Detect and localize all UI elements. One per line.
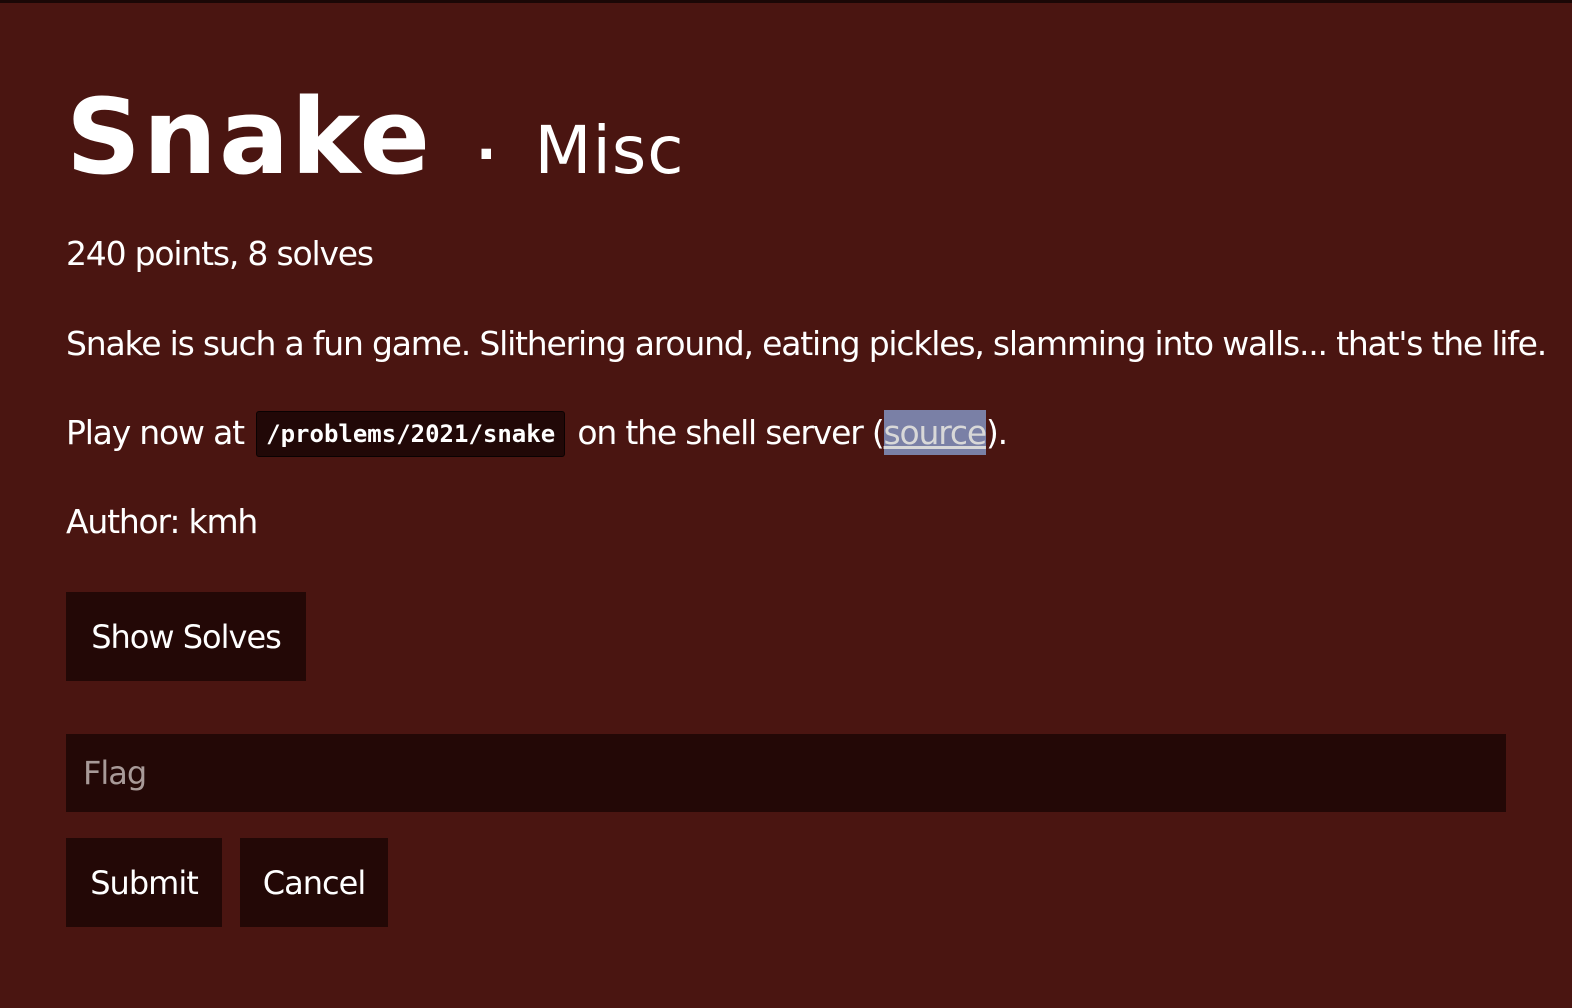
challenge-author: Author: kmh — [66, 502, 258, 541]
description-line-2: Play now at /problems/2021/snake on the … — [66, 410, 1008, 457]
challenge-header: Snake · Misc — [66, 82, 685, 192]
cancel-button[interactable]: Cancel — [240, 838, 388, 927]
challenge-stats: 240 points, 8 solves — [66, 234, 374, 273]
title-separator: · — [476, 123, 497, 186]
description-middle: on the shell server ( — [568, 413, 884, 452]
description-line-1: Snake is such a fun game. Slithering aro… — [66, 324, 1547, 363]
challenge-title: Snake — [66, 76, 433, 198]
submit-button[interactable]: Submit — [66, 838, 222, 927]
challenge-category: Misc — [534, 112, 685, 189]
problem-path-code: /problems/2021/snake — [256, 411, 566, 457]
flag-input[interactable] — [66, 734, 1506, 812]
source-link[interactable]: source — [883, 410, 987, 455]
top-border — [0, 0, 1572, 3]
show-solves-button[interactable]: Show Solves — [66, 592, 306, 681]
description-prefix: Play now at — [66, 413, 254, 452]
description-suffix: ). — [985, 413, 1008, 452]
